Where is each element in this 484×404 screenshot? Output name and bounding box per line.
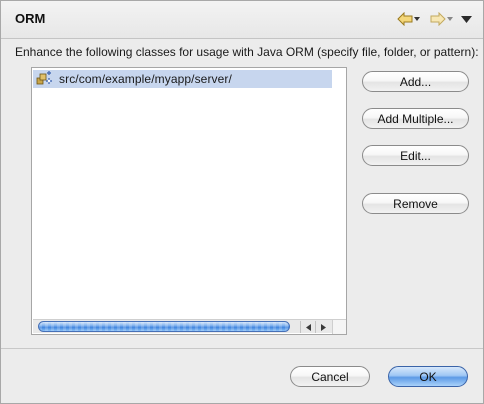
edit-button[interactable]: Edit... (362, 145, 469, 166)
remove-button[interactable]: Remove (362, 193, 469, 214)
list-vertical-gutter (332, 68, 346, 319)
scrollbar-thumb[interactable] (38, 321, 290, 332)
horizontal-scrollbar[interactable] (33, 319, 332, 333)
cancel-button[interactable]: Cancel (290, 366, 370, 387)
scroll-left-button[interactable] (300, 321, 315, 333)
scrollbar-arrows (300, 321, 332, 333)
dialog-description: Enhance the following classes for usage … (15, 45, 479, 59)
forward-button[interactable] (430, 10, 453, 28)
dialog-header: ORM (1, 1, 483, 39)
class-pattern-list[interactable]: src/com/example/myapp/server/ (31, 67, 347, 335)
dialog-title: ORM (15, 11, 46, 26)
add-multiple-button[interactable]: Add Multiple... (362, 108, 469, 129)
list-item[interactable]: src/com/example/myapp/server/ (33, 70, 332, 88)
list-item-label: src/com/example/myapp/server/ (59, 72, 232, 86)
triangle-down-icon (461, 15, 472, 23)
arrow-left-icon (397, 12, 413, 26)
add-button[interactable]: Add... (362, 71, 469, 92)
view-menu-button[interactable] (461, 10, 472, 28)
scroll-right-button[interactable] (315, 321, 330, 333)
chevron-down-icon (447, 17, 453, 21)
ok-button[interactable]: OK (388, 366, 468, 387)
chevron-down-icon (414, 17, 420, 21)
orm-dialog: ORM Enhance the following classes for us… (0, 0, 484, 404)
triangle-left-icon (305, 323, 311, 331)
triangle-right-icon (320, 323, 326, 331)
scrollbar-corner (332, 319, 346, 334)
package-pattern-icon (36, 71, 52, 85)
arrow-right-icon (430, 12, 446, 26)
footer-divider (1, 348, 483, 349)
back-button[interactable] (397, 10, 420, 28)
